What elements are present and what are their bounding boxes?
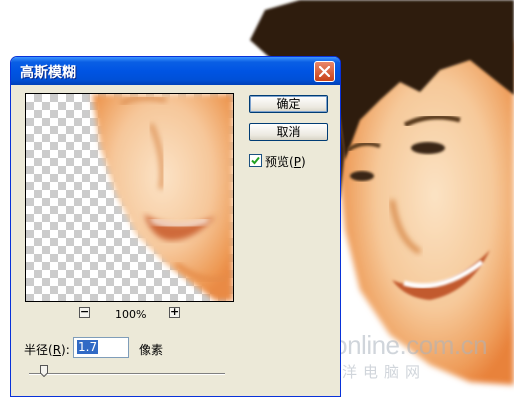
radius-slider-track[interactable] [29, 373, 225, 375]
preview-hotkey: P [293, 155, 301, 169]
cancel-button[interactable]: 取消 [249, 123, 328, 141]
zoom-level: 100% [115, 308, 147, 321]
zoom-in-button[interactable]: + [169, 305, 180, 318]
radius-label-suffix: ): [61, 343, 70, 357]
radius-label-text: 半径( [24, 343, 53, 357]
preview-label-text: 预览( [265, 155, 294, 169]
check-icon [251, 156, 260, 165]
zoom-out-button[interactable]: − [79, 305, 90, 318]
close-button[interactable] [314, 61, 335, 82]
radius-input[interactable]: 1.7 [73, 337, 129, 358]
ok-button[interactable]: 确定 [249, 95, 328, 113]
zoom-out-icon: − [80, 305, 90, 318]
preview-image [92, 94, 233, 301]
preview-label-suffix: ) [300, 155, 306, 169]
close-icon [319, 66, 330, 77]
radius-value: 1.7 [77, 340, 99, 354]
radius-label: 半径(R): [24, 341, 70, 358]
preview-pane[interactable] [25, 93, 234, 302]
radius-unit: 像素 [139, 343, 164, 357]
title-bar[interactable]: 高斯模糊 [11, 57, 340, 85]
slider-thumb-icon[interactable] [40, 365, 48, 377]
radius-hotkey: R [52, 343, 62, 357]
preview-label: 预览(P) [265, 153, 306, 170]
gaussian-blur-dialog: 高斯模糊 − 100% + 确定 取消 预览(P) 半径(R): 1.7 像素 [10, 56, 341, 397]
dialog-title: 高斯模糊 [20, 65, 76, 81]
preview-checkbox[interactable] [249, 154, 262, 167]
zoom-in-icon: + [170, 305, 180, 318]
